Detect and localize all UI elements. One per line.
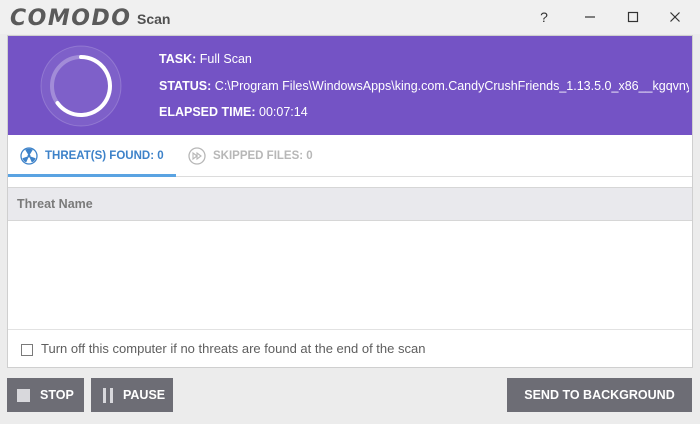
pause-label: PAUSE bbox=[123, 388, 166, 402]
send-to-background-button[interactable]: SEND TO BACKGROUND bbox=[507, 378, 692, 412]
pause-icon bbox=[103, 387, 113, 403]
scan-task: TASK: Full Scan bbox=[159, 52, 689, 66]
progress-spinner-icon bbox=[40, 45, 122, 127]
help-button[interactable]: ? bbox=[524, 4, 564, 30]
scan-status: STATUS: C:\Program Files\WindowsApps\kin… bbox=[159, 79, 689, 93]
tab-skipped-label: SKIPPED FILES: 0 bbox=[213, 150, 313, 162]
task-key: TASK: bbox=[159, 52, 197, 66]
stop-button[interactable]: STOP bbox=[7, 378, 84, 412]
tab-skipped-files[interactable]: SKIPPED FILES: 0 bbox=[188, 135, 313, 177]
radiation-icon bbox=[20, 147, 38, 165]
shutdown-label[interactable]: Turn off this computer if no threats are… bbox=[41, 341, 425, 356]
app-logo: COMODO bbox=[10, 6, 132, 31]
results-tabs: THREAT(S) FOUND: 0 SKIPPED FILES: 0 bbox=[8, 135, 692, 177]
status-key: STATUS: bbox=[159, 79, 212, 93]
send-to-background-label: SEND TO BACKGROUND bbox=[524, 388, 675, 402]
maximize-icon bbox=[627, 11, 639, 23]
minimize-icon bbox=[585, 16, 595, 18]
tab-threats-found[interactable]: THREAT(S) FOUND: 0 bbox=[20, 135, 164, 177]
scan-panel: TASK: Full Scan STATUS: C:\Program Files… bbox=[7, 35, 693, 368]
tab-threats-label: THREAT(S) FOUND: 0 bbox=[45, 150, 164, 162]
close-icon bbox=[670, 12, 680, 22]
active-tab-indicator bbox=[8, 174, 176, 177]
window-title: Scan bbox=[137, 11, 171, 27]
maximize-button[interactable] bbox=[613, 4, 653, 30]
threats-table-header: Threat Name bbox=[8, 187, 692, 221]
shutdown-checkbox[interactable] bbox=[21, 344, 33, 356]
help-icon: ? bbox=[540, 9, 548, 25]
column-header-threat-name[interactable]: Threat Name bbox=[17, 197, 93, 211]
scan-status-banner: TASK: Full Scan STATUS: C:\Program Files… bbox=[8, 36, 692, 135]
scan-elapsed: ELAPSED TIME: 00:07:14 bbox=[159, 105, 689, 119]
elapsed-value: 00:07:14 bbox=[259, 105, 308, 119]
status-value: C:\Program Files\WindowsApps\king.com.Ca… bbox=[214, 79, 689, 93]
shutdown-option: Turn off this computer if no threats are… bbox=[8, 329, 692, 367]
stop-icon bbox=[17, 388, 30, 402]
minimize-button[interactable] bbox=[570, 4, 610, 30]
close-button[interactable] bbox=[655, 4, 695, 30]
threats-table-body bbox=[8, 221, 692, 329]
stop-label: STOP bbox=[40, 388, 74, 402]
elapsed-key: ELAPSED TIME: bbox=[159, 105, 256, 119]
task-value: Full Scan bbox=[199, 52, 252, 66]
skip-icon bbox=[188, 147, 206, 165]
pause-button[interactable]: PAUSE bbox=[91, 378, 173, 412]
title-bar: COMODO Scan ? bbox=[0, 0, 700, 34]
